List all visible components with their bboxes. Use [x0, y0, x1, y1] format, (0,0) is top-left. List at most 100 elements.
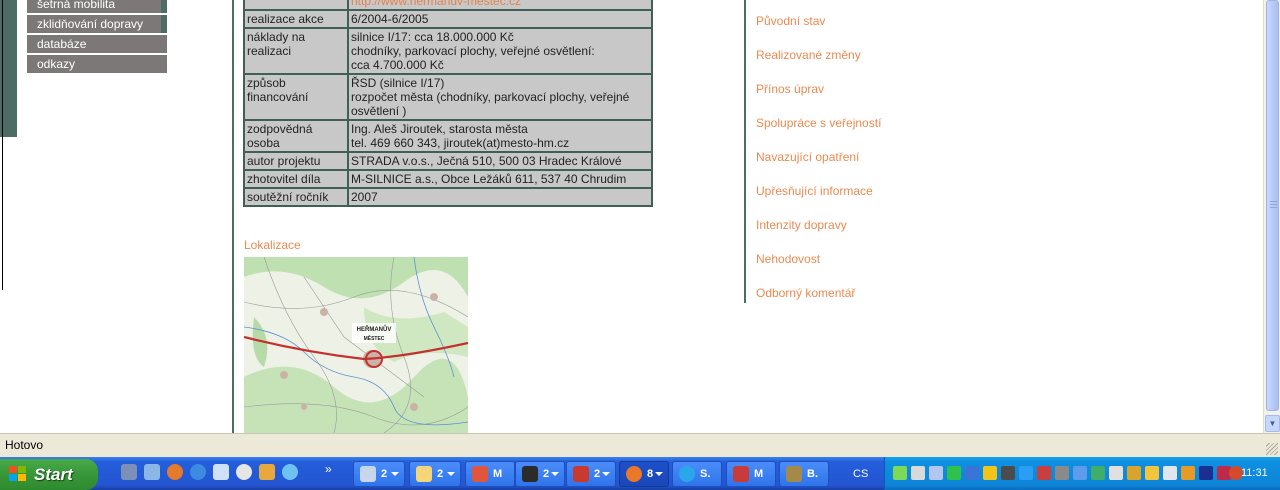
row-value: ŘSD (silnice I/17) rozpočet města (chodn…	[347, 73, 653, 121]
left-nav-item-odkazy[interactable]: odkazy	[27, 55, 167, 73]
row-value: silnice I/17: cca 18.000.000 Kč chodníky…	[347, 27, 653, 75]
start-label: Start	[34, 465, 73, 484]
table-cell	[243, 0, 349, 11]
taskbar-button-folders[interactable]: 2	[409, 461, 461, 487]
thumb-grip	[1270, 204, 1277, 205]
taskbar-button-label: 8	[647, 468, 654, 480]
quicklaunch-more-chevron[interactable]: »	[325, 462, 332, 476]
taskbar-button-app[interactable]: B.	[779, 461, 829, 487]
taskbar: Start » 2 2 M 2 2 8 S. M B. CS 11:31	[0, 457, 1280, 490]
tray-window-icon[interactable]	[1163, 466, 1177, 480]
tray-warning-icon[interactable]	[1145, 466, 1159, 480]
right-nav-odborny-komentar[interactable]: Odborný komentář	[756, 285, 881, 319]
taskbar-button-firefox[interactable]: 8	[619, 461, 669, 487]
tray-monitor-icon[interactable]	[1001, 466, 1015, 480]
quicklaunch-search-icon[interactable]	[282, 464, 298, 480]
printer-icon	[360, 466, 376, 482]
left-nav-item-zklidnovani-dopravy[interactable]: zklidňování dopravy	[27, 15, 167, 33]
taskbar-button-skype[interactable]: S.	[672, 461, 722, 487]
tray-shield-icon[interactable]	[983, 466, 997, 480]
status-bar: Hotovo	[0, 433, 1280, 457]
tray-update-icon[interactable]	[1091, 466, 1105, 480]
value-line: 2007	[351, 190, 378, 204]
value-line: chodníky, parkovací plochy, veřejné osvě…	[351, 44, 595, 58]
website-link[interactable]: http://www.hermanuv-mestec.cz	[351, 0, 521, 8]
thumb-grip	[1270, 207, 1277, 208]
row-value: M-SILNICE a.s., Obce Ležáků 611, 537 40 …	[347, 169, 653, 189]
tray-display-icon[interactable]	[1199, 466, 1213, 480]
row-key: zodpovědná osoba	[243, 119, 349, 153]
right-nav-nehodovost[interactable]: Nehodovost	[756, 251, 881, 285]
tray-power-icon[interactable]	[1127, 466, 1141, 480]
right-nav-prinos-uprav[interactable]: Přínos úprav	[756, 81, 881, 115]
table-row: způsob financování ŘSD (silnice I/17) ro…	[243, 73, 653, 121]
value-line: M-SILNICE a.s., Obce Ležáků 611, 537 40 …	[351, 172, 627, 186]
map-graphic: HEŘMANŮV MĚSTEC	[244, 257, 468, 433]
quicklaunch-document-icon[interactable]	[121, 464, 137, 480]
vertical-scrollbar[interactable]: ▼	[1263, 0, 1280, 433]
start-button[interactable]: Start	[0, 459, 98, 490]
tray-usb-icon[interactable]	[1055, 466, 1069, 480]
taskbar-button-pdf[interactable]: 2	[566, 461, 616, 487]
tray-network-icon[interactable]	[929, 466, 943, 480]
right-nav-spoluprace[interactable]: Spolupráce s veřejností	[756, 115, 881, 149]
table-row: http://www.hermanuv-mestec.cz	[243, 0, 653, 11]
tray-app-icon[interactable]	[911, 466, 925, 480]
scroll-down-arrow[interactable]: ▼	[1265, 415, 1280, 432]
right-nav-puvodni-stav[interactable]: Původní stav	[756, 13, 881, 47]
table-row: realizace akce 6/2004-6/2005	[243, 9, 653, 29]
table-row: soutěžní ročník 2007	[243, 187, 653, 207]
right-nav-upresnujici-informace[interactable]: Upřesňující informace	[756, 183, 881, 217]
app-icon	[786, 466, 802, 482]
right-nav-intenzity-dopravy[interactable]: Intenzity dopravy	[756, 217, 881, 251]
taskbar-button-mail[interactable]: M	[465, 461, 515, 487]
value-line: ŘSD (silnice I/17)	[351, 76, 445, 90]
tray-tool-icon[interactable]	[1181, 466, 1195, 480]
taskbar-button-printers[interactable]: 2	[353, 461, 405, 487]
firefox-icon	[626, 466, 642, 482]
tray-messenger-icon[interactable]	[893, 466, 907, 480]
location-map-image[interactable]: HEŘMANŮV MĚSTEC	[244, 257, 468, 433]
taskbar-button-label: 2	[381, 468, 388, 480]
caret-down-icon	[602, 472, 610, 476]
system-tray: 11:31	[884, 457, 1280, 490]
caret-down-icon	[447, 472, 455, 476]
right-nav-navazujici-opatreni[interactable]: Navazující opatření	[756, 149, 881, 183]
resize-grip[interactable]	[1266, 443, 1278, 455]
tray-play-icon[interactable]	[947, 466, 961, 480]
taskbar-button-mail-2[interactable]: M	[726, 461, 776, 487]
quicklaunch-tool-icon[interactable]	[259, 464, 275, 480]
value-line: silnice I/17: cca 18.000.000 Kč	[351, 30, 514, 44]
content-divider	[232, 0, 234, 433]
left-nav-item-databaze[interactable]: databáze	[27, 35, 167, 53]
taskbar-button-label: S.	[700, 468, 711, 480]
taskbar-button-label: 2	[594, 468, 601, 480]
left-nav-item-setrna-mobilita[interactable]: šetrná mobilita	[27, 0, 167, 13]
scrollbar-thumb[interactable]	[1266, 0, 1279, 411]
quicklaunch-desktop-icon[interactable]	[213, 464, 229, 480]
table-row: náklady na realizaci silnice I/17: cca 1…	[243, 27, 653, 75]
quicklaunch-firefox-icon[interactable]	[167, 464, 183, 480]
right-nav-realizovane-zmeny[interactable]: Realizované změny	[756, 47, 881, 81]
row-key: soutěžní ročník	[243, 187, 349, 207]
row-value: STRADA v.o.s., Ječná 510, 500 03 Hradec …	[347, 151, 653, 171]
taskbar-button-label: M	[493, 468, 503, 480]
value-line: cca 4.700.000 Kč	[351, 58, 444, 72]
folder-icon	[416, 466, 432, 482]
taskbar-button-terminal[interactable]: 2	[515, 461, 565, 487]
quicklaunch-ie-icon[interactable]	[190, 464, 206, 480]
quicklaunch-media-icon[interactable]	[236, 464, 252, 480]
quicklaunch-mail-icon[interactable]	[144, 464, 160, 480]
tray-pen-icon[interactable]	[1109, 466, 1123, 480]
tray-antenna-icon[interactable]	[965, 466, 979, 480]
value-line: tel. 469 660 343, jiroutek(at)mesto-hm.c…	[351, 136, 570, 150]
tray-sync-icon[interactable]	[1019, 466, 1033, 480]
tray-clock[interactable]: 11:31	[1241, 467, 1268, 479]
tray-bluetooth-icon[interactable]	[1073, 466, 1087, 480]
taskbar-button-label: 2	[437, 468, 444, 480]
tray-security-icon[interactable]	[1037, 466, 1051, 480]
left-decor-line	[2, 0, 3, 290]
language-indicator[interactable]: CS	[853, 468, 868, 480]
pdf-icon	[573, 466, 589, 482]
caret-down-icon	[551, 472, 559, 476]
